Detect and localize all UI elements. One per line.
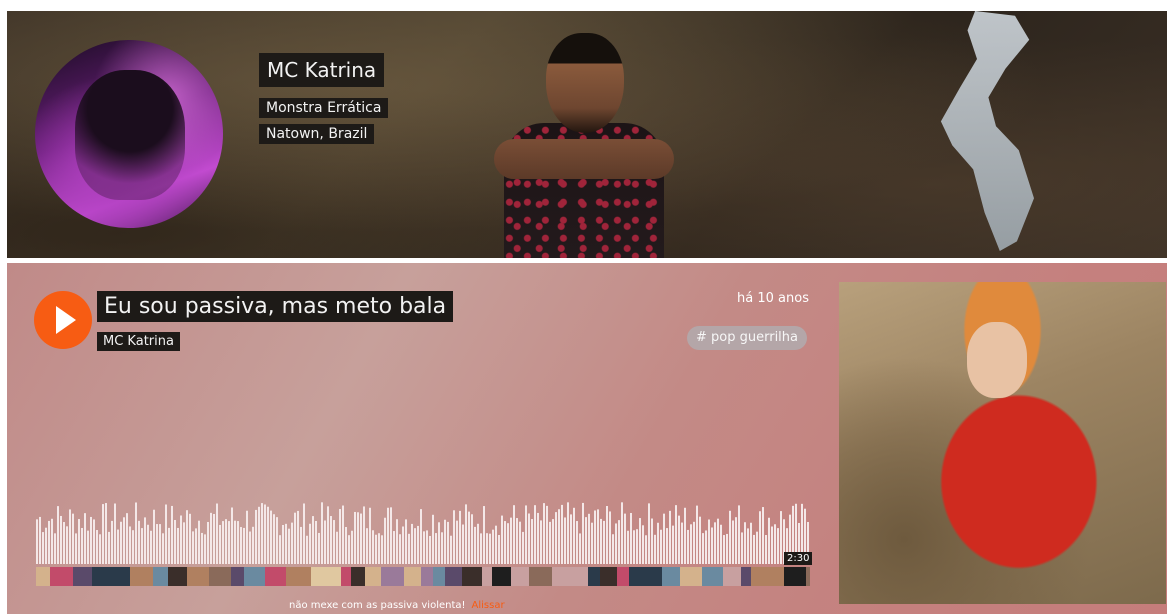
commenter-avatar[interactable]	[341, 567, 351, 586]
commenter-avatar[interactable]	[462, 567, 482, 586]
commenter-avatar[interactable]	[92, 567, 115, 586]
commenter-avatar[interactable]	[629, 567, 639, 586]
comment-author[interactable]: Alissar	[472, 600, 505, 611]
track-card: Eu sou passiva, mas meto bala MC Katrina…	[7, 263, 1167, 614]
commenter-avatar[interactable]	[286, 567, 300, 586]
track-title[interactable]: Eu sou passiva, mas meto bala	[97, 291, 454, 322]
waveform[interactable]	[36, 498, 810, 564]
profile-header: MC Katrina Monstra Errática Natown, Braz…	[7, 11, 1167, 258]
header-background-texture	[940, 11, 1034, 251]
commenter-avatar[interactable]	[529, 567, 552, 586]
commenter-avatar[interactable]	[231, 567, 244, 586]
commenter-avatar[interactable]	[168, 567, 187, 586]
commenter-avatar[interactable]	[492, 567, 511, 586]
profile-name[interactable]: MC Katrina	[259, 53, 385, 87]
profile-subtitle: Monstra Errática	[259, 98, 389, 118]
commenter-avatar[interactable]	[680, 567, 702, 586]
commenter-avatar[interactable]	[130, 567, 153, 586]
commenter-avatar[interactable]	[723, 567, 741, 586]
commenter-avatar[interactable]	[806, 567, 810, 586]
header-photo-figure	[494, 31, 674, 258]
comment-text: não mexe com as passiva violenta!	[289, 600, 466, 611]
commenter-avatar[interactable]	[300, 567, 311, 586]
track-artist[interactable]: MC Katrina	[97, 332, 180, 351]
commenter-avatar[interactable]	[265, 567, 286, 586]
commenter-avatar[interactable]	[311, 567, 328, 586]
commenter-avatar[interactable]	[187, 567, 209, 586]
commenter-avatar[interactable]	[784, 567, 806, 586]
commenter-avatar[interactable]	[639, 567, 662, 586]
commenter-avatar[interactable]	[36, 567, 50, 586]
commenter-avatar[interactable]	[73, 567, 92, 586]
commenter-avatar[interactable]	[445, 567, 462, 586]
commenter-avatar[interactable]	[433, 567, 445, 586]
posted-time: há 10 anos	[737, 291, 809, 306]
commenter-avatar[interactable]	[421, 567, 433, 586]
comment-avatars-strip[interactable]	[36, 567, 810, 586]
profile-location: Natown, Brazil	[259, 124, 375, 144]
commenter-avatar[interactable]	[565, 567, 588, 586]
commenter-avatar[interactable]	[351, 567, 365, 586]
commenter-avatar[interactable]	[741, 567, 751, 586]
commenter-avatar[interactable]	[482, 567, 492, 586]
track-artwork[interactable]	[839, 282, 1166, 604]
commenter-avatar[interactable]	[702, 567, 723, 586]
genre-tag[interactable]: # pop guerrilha	[687, 326, 807, 350]
commenter-avatar[interactable]	[365, 567, 381, 586]
avatar[interactable]	[35, 40, 223, 228]
commenter-avatar[interactable]	[404, 567, 421, 586]
commenter-avatar[interactable]	[381, 567, 404, 586]
commenter-avatar[interactable]	[662, 567, 680, 586]
commenter-avatar[interactable]	[767, 567, 784, 586]
commenter-avatar[interactable]	[115, 567, 130, 586]
commenter-avatar[interactable]	[552, 567, 565, 586]
commenter-avatar[interactable]	[328, 567, 341, 586]
play-button[interactable]	[34, 291, 92, 349]
commenter-avatar[interactable]	[244, 567, 265, 586]
commenter-avatar[interactable]	[153, 567, 168, 586]
commenter-avatar[interactable]	[511, 567, 529, 586]
commenter-avatar[interactable]	[588, 567, 600, 586]
track-duration: 2:30	[784, 552, 813, 565]
commenter-avatar[interactable]	[617, 567, 629, 586]
timed-comment: não mexe com as passiva violenta! Alissar	[289, 600, 505, 611]
commenter-avatar[interactable]	[209, 567, 231, 586]
commenter-avatar[interactable]	[600, 567, 617, 586]
commenter-avatar[interactable]	[751, 567, 767, 586]
commenter-avatar[interactable]	[50, 567, 73, 586]
